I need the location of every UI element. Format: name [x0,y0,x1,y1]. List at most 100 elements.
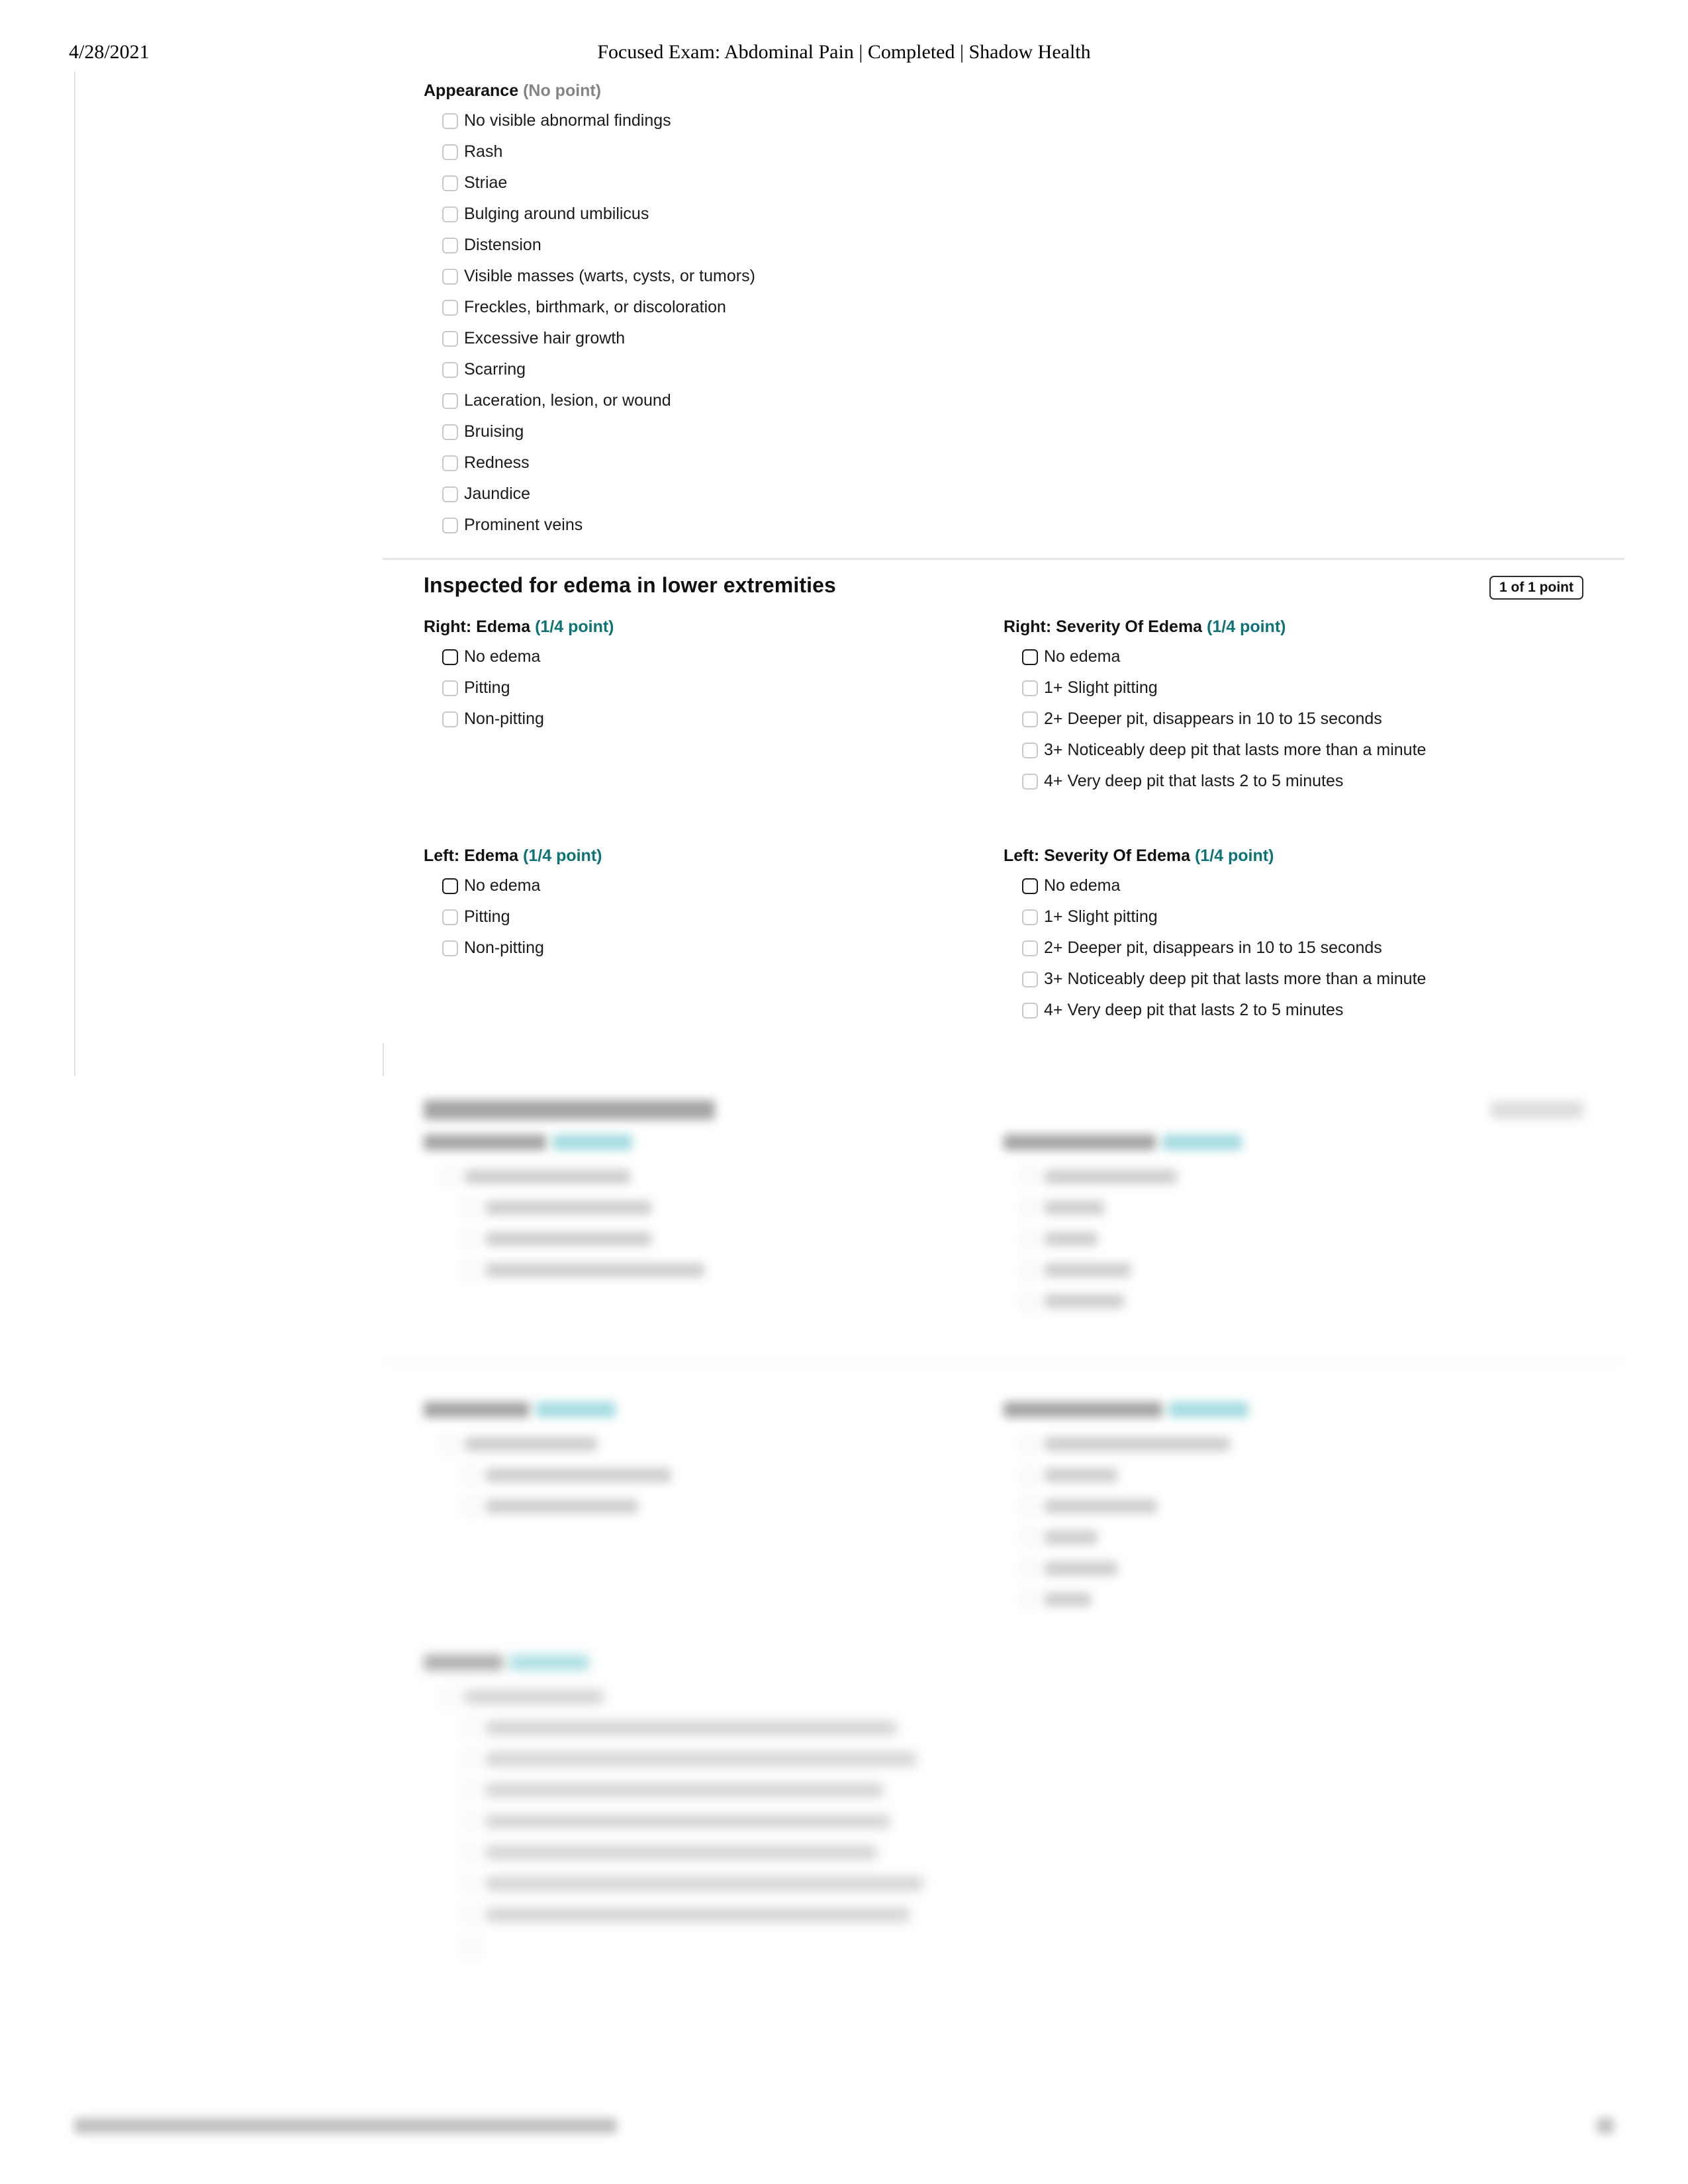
checkbox-option[interactable]: No edema [424,641,990,672]
checkbox-icon[interactable] [442,144,458,160]
checkbox-icon[interactable] [463,1261,479,1278]
obscured-option[interactable] [424,1223,990,1254]
checkbox-option[interactable]: 1+ Slight pitting [1004,901,1583,933]
obscured-option[interactable] [424,1254,990,1285]
checkbox-icon[interactable] [442,649,458,665]
obscured-option[interactable] [424,1192,990,1223]
obscured-option[interactable] [424,1743,1583,1774]
checkbox-icon[interactable] [442,175,458,191]
checkbox-icon[interactable] [442,392,458,409]
checkbox-option[interactable]: No edema [1004,641,1583,672]
obscured-option[interactable] [1004,1459,1583,1490]
checkbox-icon[interactable] [1022,773,1038,790]
checkbox-option[interactable]: Bulging around umbilicus [424,199,1583,230]
checkbox-icon[interactable] [442,268,458,285]
checkbox-icon[interactable] [463,1844,479,1860]
obscured-option[interactable] [1004,1584,1583,1615]
checkbox-icon[interactable] [1022,1199,1038,1216]
checkbox-option[interactable]: Distension [424,230,1583,261]
checkbox-icon[interactable] [1022,1168,1038,1185]
obscured-option[interactable] [424,1459,990,1490]
obscured-option[interactable] [424,1428,990,1459]
checkbox-icon[interactable] [442,299,458,316]
checkbox-option[interactable]: Excessive hair growth [424,323,1583,354]
checkbox-icon[interactable] [442,113,458,129]
checkbox-icon[interactable] [1022,1002,1038,1019]
obscured-option[interactable] [424,1161,990,1192]
checkbox-option[interactable]: Redness [424,447,1583,478]
checkbox-icon[interactable] [1022,940,1038,956]
checkbox-icon[interactable] [442,455,458,471]
checkbox-icon[interactable] [442,1435,458,1452]
obscured-option[interactable] [1004,1490,1583,1522]
checkbox-icon[interactable] [442,878,458,894]
checkbox-option[interactable]: 2+ Deeper pit, disappears in 10 to 15 se… [1004,704,1583,735]
checkbox-option[interactable]: Prominent veins [424,510,1583,541]
checkbox-option[interactable]: Pitting [424,672,990,704]
obscured-option[interactable] [1004,1161,1583,1192]
checkbox-icon[interactable] [463,1230,479,1247]
checkbox-icon[interactable] [1022,1230,1038,1247]
checkbox-option[interactable]: Pitting [424,901,990,933]
checkbox-option[interactable]: Scarring [424,354,1583,385]
checkbox-option[interactable]: Non-pitting [424,704,990,735]
checkbox-icon[interactable] [1022,649,1038,665]
checkbox-icon[interactable] [1022,1467,1038,1483]
obscured-option[interactable] [1004,1522,1583,1553]
checkbox-icon[interactable] [1022,909,1038,925]
checkbox-icon[interactable] [463,1782,479,1798]
checkbox-icon[interactable] [1022,711,1038,727]
checkbox-icon[interactable] [463,1199,479,1216]
checkbox-icon[interactable] [463,1937,479,1954]
checkbox-icon[interactable] [463,1719,479,1736]
checkbox-icon[interactable] [442,711,458,727]
checkbox-option[interactable]: 1+ Slight pitting [1004,672,1583,704]
checkbox-icon[interactable] [1022,1529,1038,1545]
checkbox-option[interactable]: Jaundice [424,478,1583,510]
checkbox-icon[interactable] [1022,878,1038,894]
obscured-option[interactable] [424,1805,1583,1837]
checkbox-icon[interactable] [1022,1261,1038,1278]
obscured-option[interactable] [1004,1223,1583,1254]
checkbox-icon[interactable] [442,680,458,696]
obscured-option[interactable] [1004,1254,1583,1285]
checkbox-icon[interactable] [442,517,458,533]
checkbox-option[interactable]: 3+ Noticeably deep pit that lasts more t… [1004,964,1583,995]
checkbox-icon[interactable] [1022,1293,1038,1309]
checkbox-icon[interactable] [1022,1591,1038,1608]
checkbox-option[interactable]: 3+ Noticeably deep pit that lasts more t… [1004,735,1583,766]
obscured-option[interactable] [424,1837,1583,1868]
obscured-option[interactable] [1004,1553,1583,1584]
checkbox-option[interactable]: No visible abnormal findings [424,105,1583,136]
checkbox-option[interactable]: Striae [424,167,1583,199]
obscured-option[interactable] [1004,1428,1583,1459]
checkbox-icon[interactable] [442,940,458,956]
checkbox-icon[interactable] [463,1813,479,1829]
checkbox-icon[interactable] [1022,742,1038,758]
checkbox-option[interactable]: Visible masses (warts, cysts, or tumors) [424,261,1583,292]
checkbox-option[interactable]: 2+ Deeper pit, disappears in 10 to 15 se… [1004,933,1583,964]
checkbox-icon[interactable] [463,1875,479,1891]
checkbox-icon[interactable] [1022,1435,1038,1452]
checkbox-option[interactable]: 4+ Very deep pit that lasts 2 to 5 minut… [1004,995,1583,1026]
checkbox-icon[interactable] [442,1168,458,1185]
checkbox-option[interactable]: Laceration, lesion, or wound [424,385,1583,416]
checkbox-option[interactable]: No edema [1004,870,1583,901]
checkbox-icon[interactable] [1022,971,1038,987]
obscured-option[interactable] [424,1899,1583,1930]
checkbox-icon[interactable] [463,1467,479,1483]
checkbox-icon[interactable] [463,1498,479,1514]
checkbox-option[interactable]: No edema [424,870,990,901]
obscured-option[interactable] [424,1774,1583,1805]
checkbox-icon[interactable] [442,1688,458,1705]
obscured-option[interactable] [424,1930,1583,1961]
obscured-option[interactable] [424,1490,990,1522]
checkbox-icon[interactable] [442,206,458,222]
checkbox-option[interactable]: Bruising [424,416,1583,447]
checkbox-icon[interactable] [463,1751,479,1767]
checkbox-icon[interactable] [442,909,458,925]
obscured-option[interactable] [1004,1192,1583,1223]
checkbox-option[interactable]: Rash [424,136,1583,167]
checkbox-icon[interactable] [442,486,458,502]
checkbox-option[interactable]: 4+ Very deep pit that lasts 2 to 5 minut… [1004,766,1583,797]
